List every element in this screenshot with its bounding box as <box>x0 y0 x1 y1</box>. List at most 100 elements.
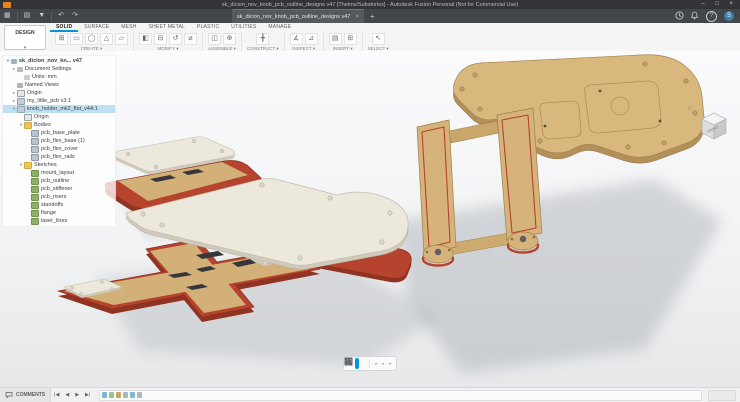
browser-item-label: knob_holder_mk2_flat_v44:1 <box>27 106 98 112</box>
browser-item[interactable]: ▸Document Settings <box>3 65 115 73</box>
workspace-label: DESIGN <box>5 30 45 36</box>
document-tab[interactable]: sk_dicion_nov_knob_pcb_outline_designs v… <box>232 9 364 24</box>
timeline-track[interactable] <box>99 390 702 401</box>
tool-icon[interactable]: ⊿ <box>305 33 318 45</box>
tool-icon[interactable]: ▱ <box>115 33 128 45</box>
save-icon[interactable]: ▼ <box>34 9 49 23</box>
browser-item[interactable]: Units: mm <box>3 73 115 81</box>
tool-icon[interactable]: ⊞ <box>344 33 357 45</box>
browser-root[interactable]: ▾sk_dicion_nov_kn... v47 <box>3 57 115 65</box>
browser-item[interactable]: Named Views <box>3 81 115 89</box>
tool-icon[interactable]: ◧ <box>139 33 152 45</box>
browser-item[interactable]: pcb_flex_rails <box>3 153 115 161</box>
browser-item[interactable]: pcb_outline <box>3 177 115 185</box>
chevron-down-icon: ▾ <box>389 361 391 366</box>
browser-item[interactable]: pcb_base_plate <box>3 129 115 137</box>
redo-icon[interactable]: ↷ <box>68 9 82 23</box>
timeline-bar: COMMENTS |◀ ◀ ▶ ▶| <box>0 387 740 402</box>
new-tab-button[interactable]: + <box>364 12 381 21</box>
timeline-feature-marker[interactable] <box>130 392 135 398</box>
sketch-icon <box>31 218 39 225</box>
timeline-play-button[interactable]: ▶ <box>72 388 82 402</box>
browser-item-label: pcb_outline <box>41 178 69 184</box>
browser-item[interactable]: ▾Sketches <box>3 161 115 169</box>
browser-item[interactable]: ▸my_little_pcb v3:1 <box>3 97 115 105</box>
tool-icon[interactable]: ◯ <box>85 33 98 45</box>
timeline-feature-marker[interactable] <box>116 392 121 398</box>
tool-icon[interactable]: ⊟ <box>154 33 167 45</box>
tab-utilities[interactable]: UTILITIES <box>225 23 262 32</box>
viewports-icon[interactable]: ▾ <box>386 358 393 369</box>
browser-item[interactable]: standoffs <box>3 201 115 209</box>
file-menu-icon[interactable]: ▤ <box>20 9 35 23</box>
ribbon-tabs: SOLID SURFACE MESH SHEET METAL PLASTIC U… <box>50 23 297 32</box>
tool-icon[interactable]: ∡ <box>290 33 303 45</box>
browser-item[interactable]: ▸Origin <box>3 89 115 97</box>
undo-icon[interactable]: ↶ <box>54 9 68 23</box>
browser-item[interactable]: Origin <box>3 113 115 121</box>
tool-icon[interactable]: ◫ <box>208 33 221 45</box>
timeline-feature-marker[interactable] <box>123 392 128 398</box>
browser-item-label: pcb_flex_rails <box>41 154 75 160</box>
timeline-feature-marker[interactable] <box>102 392 107 398</box>
document-tab-label: sk_dicion_nov_knob_pcb_outline_designs v… <box>237 14 350 20</box>
browser-item[interactable]: pcb_flex_cover <box>3 145 115 153</box>
browser-item-label: Named Views <box>25 82 59 88</box>
tab-solid[interactable]: SOLID <box>50 23 78 32</box>
timeline-step-back-button[interactable]: ◀ <box>62 388 72 402</box>
browser-item[interactable]: laser_lines <box>3 217 115 225</box>
tool-icon[interactable]: ╋ <box>256 33 269 45</box>
browser-item[interactable]: pcb_flex_base (1) <box>3 137 115 145</box>
sketch-icon <box>31 178 39 185</box>
component-icon <box>17 106 25 113</box>
browser-item-selected[interactable]: ▾knob_holder_mk2_flat_v44:1 <box>3 105 115 113</box>
tab-surface[interactable]: SURFACE <box>78 23 115 32</box>
timeline-go-end-button[interactable]: ▶| <box>82 388 93 402</box>
tool-icon[interactable]: ↺ <box>169 33 182 45</box>
browser-item-label: pcb_flex_cover <box>41 146 78 152</box>
tool-icon[interactable]: ⌀ <box>184 33 197 45</box>
view-cube[interactable]: ⌂ FRONT <box>694 107 734 143</box>
divider <box>369 360 370 368</box>
tool-icon[interactable]: ▤ <box>329 33 342 45</box>
timeline-feature-marker[interactable] <box>109 392 114 398</box>
browser-item-label: pcb_stiffener <box>41 186 72 192</box>
browser-item-label: mount_layout <box>41 170 74 176</box>
browser-item[interactable]: ▾Bodies <box>3 121 115 129</box>
divider <box>51 12 52 21</box>
tab-sheet-metal[interactable]: SHEET METAL <box>143 23 191 32</box>
fit-icon[interactable] <box>363 358 367 369</box>
browser-item-label: flange <box>41 210 56 216</box>
browser-item[interactable]: pcb_stiffener <box>3 185 115 193</box>
origin-icon <box>24 114 32 121</box>
folder-icon <box>24 162 32 169</box>
tool-icon[interactable]: △ <box>100 33 113 45</box>
browser-item[interactable]: mount_layout <box>3 169 115 177</box>
tool-icon[interactable]: ↖ <box>372 33 385 45</box>
tool-icon[interactable]: ⊞ <box>55 33 68 45</box>
browser-item[interactable]: flange <box>3 209 115 217</box>
help-icon[interactable]: ? <box>706 11 717 22</box>
timeline-feature-marker[interactable] <box>137 392 142 398</box>
group-construct: ╋ CONSTRUCT ▾ <box>242 32 285 51</box>
comments-button[interactable]: COMMENTS <box>0 388 51 402</box>
home-view-icon[interactable]: ⌂ <box>688 105 692 112</box>
user-avatar[interactable]: S <box>724 11 734 21</box>
grid-snaps-icon[interactable]: ▾ <box>379 358 386 369</box>
browser-item[interactable]: pcb_risers <box>3 193 115 201</box>
document-tab-close-icon[interactable]: × <box>355 14 359 20</box>
data-panel-icon[interactable]: ▦ <box>0 9 15 23</box>
browser-item-label: Bodies <box>34 122 51 128</box>
display-settings-icon[interactable]: ▾ <box>372 358 379 369</box>
tab-plastic[interactable]: PLASTIC <box>191 23 225 32</box>
tool-icon[interactable]: ▭ <box>70 33 83 45</box>
timeline-zoom-control[interactable] <box>708 390 736 401</box>
tab-mesh[interactable]: MESH <box>115 23 142 32</box>
group-inspect: ∡ ⊿ INSPECT ▾ <box>285 32 324 51</box>
camera-icon <box>17 83 23 88</box>
workspace-selector[interactable]: DESIGN▾ <box>4 25 46 50</box>
tool-icon[interactable]: ⊕ <box>223 33 236 45</box>
tab-manage[interactable]: MANAGE <box>262 23 297 32</box>
timeline-go-start-button[interactable]: |◀ <box>51 388 62 402</box>
units-icon <box>24 75 30 80</box>
